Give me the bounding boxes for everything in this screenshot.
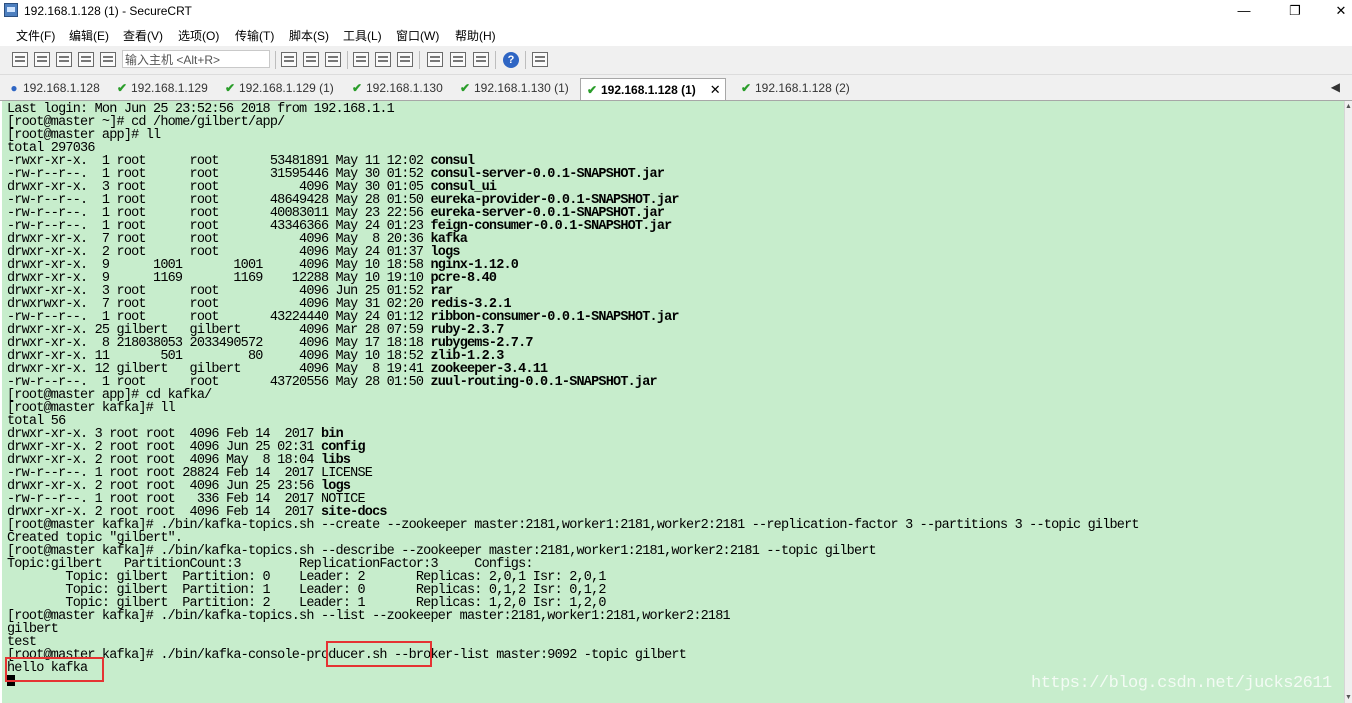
print-icon[interactable]: [353, 52, 369, 67]
paste-icon[interactable]: [303, 52, 319, 67]
terminal-line: [root@master app]# cd kafka/: [7, 389, 1139, 403]
toolbar-separator: [275, 51, 276, 69]
menu-window[interactable]: 窗口(W): [396, 27, 439, 44]
hello-kafka-highlight-box: [5, 657, 104, 682]
terminal-line: [root@master kafka]# ./bin/kafka-console…: [7, 649, 1139, 663]
menu-bar: 文件(F) 编辑(E) 查看(V) 选项(O) 传输(T) 脚本(S) 工具(L…: [0, 22, 1352, 46]
session-tab-bar: ● 192.168.1.128 ✔ 192.168.1.129 ✔ 192.168.1…: [0, 75, 1352, 101]
tab-192-168-1-128-1-active[interactable]: ✔ 192.168.1.128 (1) ✕: [580, 78, 726, 100]
tab-scroll-left-icon[interactable]: ◀: [1331, 80, 1340, 94]
tab-192-168-1-128-2[interactable]: ✔ 192.168.1.128 (2): [740, 78, 850, 99]
terminal-screen[interactable]: Last login: Mon Jun 25 23:52:56 2018 fro…: [2, 101, 1344, 703]
toolbar-separator: [495, 51, 496, 69]
tab-192-168-1-128[interactable]: ● 192.168.1.128: [8, 78, 100, 99]
terminal-line: hello kafka: [7, 662, 1139, 676]
menu-help[interactable]: 帮助(H): [455, 27, 496, 44]
check-icon: ✔: [224, 81, 236, 95]
close-tab-icon[interactable]: ✕: [710, 79, 721, 100]
tab-label: 192.168.1.128: [23, 81, 100, 95]
check-icon: ✔: [116, 81, 128, 95]
watermark-text: https://blog.csdn.net/jucks2611: [1031, 674, 1332, 693]
screen-icon[interactable]: [532, 52, 548, 67]
tab-label: 192.168.1.128 (2): [755, 81, 850, 95]
terminal-output: Last login: Mon Jun 25 23:52:56 2018 fro…: [7, 103, 1140, 688]
tab-192-168-1-130[interactable]: ✔ 192.168.1.130: [351, 78, 443, 99]
tab-192-168-1-130-1[interactable]: ✔ 192.168.1.130 (1): [459, 78, 569, 99]
window-title: 192.168.1.128 (1) - SecureCRT: [24, 4, 192, 18]
close-window-button[interactable]: ✕: [1318, 0, 1352, 22]
find-icon[interactable]: [325, 52, 341, 67]
terminal-line: gilbert: [7, 623, 1139, 637]
menu-script[interactable]: 脚本(S): [289, 27, 329, 44]
menu-edit[interactable]: 编辑(E): [69, 27, 109, 44]
tab-label: 192.168.1.129 (1): [239, 81, 334, 95]
title-bar: 192.168.1.128 (1) - SecureCRT — ❐ ✕: [0, 0, 1352, 22]
minimize-button[interactable]: —: [1221, 0, 1267, 22]
disconnect-icon[interactable]: [100, 52, 116, 67]
toolbar: 输入主机 <Alt+R> ?: [0, 46, 1352, 75]
tab-192-168-1-129[interactable]: ✔ 192.168.1.129: [116, 78, 208, 99]
connect-in-tab-icon[interactable]: [56, 52, 72, 67]
terminal-cursor-line: [7, 675, 1139, 688]
help-icon[interactable]: ?: [503, 52, 519, 68]
terminal-line: [root@master app]# ll: [7, 129, 1139, 143]
tab-192-168-1-129-1[interactable]: ✔ 192.168.1.129 (1): [224, 78, 334, 99]
host-input[interactable]: 输入主机 <Alt+R>: [122, 50, 270, 68]
tab-label: 192.168.1.128 (1): [601, 83, 696, 97]
menu-file[interactable]: 文件(F): [16, 27, 55, 44]
menu-transfer[interactable]: 传输(T): [235, 27, 274, 44]
connect-icon[interactable]: [12, 52, 28, 67]
terminal-line-text: [root@master kafka]# ./bin/kafka-topics.…: [7, 609, 731, 624]
tab-label: 192.168.1.130 (1): [474, 81, 569, 95]
print-selection-icon[interactable]: [375, 52, 391, 67]
tab-label: 192.168.1.129: [131, 81, 208, 95]
menu-view[interactable]: 查看(V): [123, 27, 163, 44]
key-icon[interactable]: [473, 52, 489, 67]
producer-sh-highlight-box: [326, 641, 432, 667]
terminal-line: [root@master kafka]# ./bin/kafka-topics.…: [7, 609, 1139, 624]
vertical-scrollbar[interactable]: ▲ ▼: [1344, 101, 1352, 703]
check-icon: ✔: [586, 83, 598, 97]
terminal-line: [root@master ~]# cd /home/gilbert/app/: [7, 116, 1139, 130]
global-options-icon[interactable]: [450, 52, 466, 67]
toolbar-separator: [419, 51, 420, 69]
terminal-line: [root@master kafka]# ll: [7, 402, 1139, 416]
copy-icon[interactable]: [281, 52, 297, 67]
scroll-down-icon[interactable]: ▼: [1345, 694, 1352, 701]
session-options-icon[interactable]: [427, 52, 443, 67]
maximize-button[interactable]: ❐: [1272, 0, 1318, 22]
check-icon: ✔: [740, 81, 752, 95]
tab-label: 192.168.1.130: [366, 81, 443, 95]
terminal-filename: zuul-routing-0.0.1-SNAPSHOT.jar: [430, 375, 657, 390]
check-icon: ✔: [351, 81, 363, 95]
printer-icon[interactable]: [397, 52, 413, 67]
securecrt-app-icon: [4, 3, 18, 17]
menu-options[interactable]: 选项(O): [178, 27, 219, 44]
check-icon: ✔: [459, 81, 471, 95]
scroll-up-icon[interactable]: ▲: [1345, 103, 1352, 110]
menu-tools[interactable]: 工具(L): [343, 27, 382, 44]
info-icon: ●: [10, 81, 18, 95]
reconnect-icon[interactable]: [78, 52, 94, 67]
toolbar-separator: [347, 51, 348, 69]
toolbar-separator: [525, 51, 526, 69]
quick-connect-icon[interactable]: [34, 52, 50, 67]
